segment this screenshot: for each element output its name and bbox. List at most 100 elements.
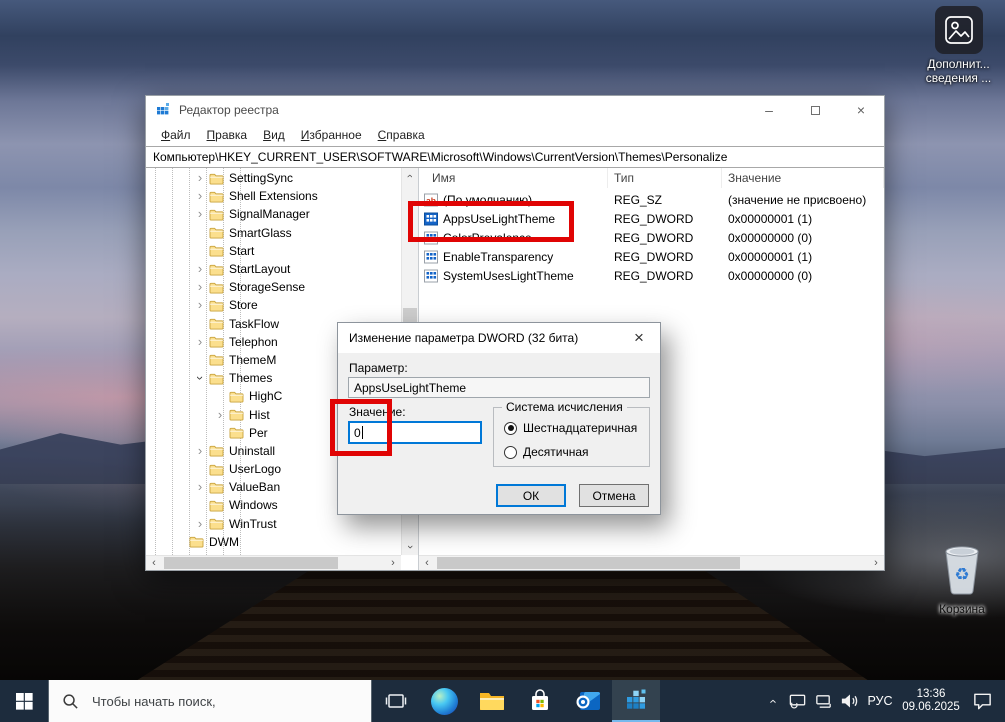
network-icon[interactable] xyxy=(810,680,836,722)
registry-value-row[interactable]: SystemUsesLightThemeREG_DWORD0x00000000 … xyxy=(419,266,884,285)
clock-date: 09.06.2025 xyxy=(902,701,960,715)
folder-icon xyxy=(229,390,244,403)
registry-value-row[interactable]: EnableTransparencyREG_DWORD0x00000001 (1… xyxy=(419,247,884,266)
tree-expander-chevron[interactable]: › xyxy=(194,481,206,493)
tree-item[interactable]: ›WinTrust xyxy=(146,515,401,533)
search-box[interactable]: Чтобы начать поиск, xyxy=(48,680,372,722)
tree-expander-chevron[interactable]: › xyxy=(194,281,206,293)
tree-expander-chevron[interactable]: › xyxy=(194,336,206,348)
tree-expander-chevron[interactable]: › xyxy=(194,190,206,202)
menu-item[interactable]: Правка xyxy=(199,128,256,142)
store-button[interactable] xyxy=(516,680,564,722)
minimize-button[interactable]: – xyxy=(746,96,792,124)
folder-icon xyxy=(189,535,204,548)
scroll-left-arrow[interactable]: ‹ xyxy=(419,557,435,569)
tree-item[interactable]: ›StartLayout xyxy=(146,260,401,278)
maximize-button[interactable] xyxy=(792,96,838,124)
scroll-left-arrow[interactable]: ‹ xyxy=(146,557,162,569)
radio-label: Десятичная xyxy=(523,445,589,459)
list-horizontal-scrollbar[interactable]: ‹ › xyxy=(419,555,884,570)
start-button[interactable] xyxy=(0,680,48,722)
tree-item-label: ValueBan xyxy=(229,480,280,494)
menu-item[interactable]: Избранное xyxy=(293,128,370,142)
file-explorer-button[interactable] xyxy=(468,680,516,722)
tree-expander-chevron[interactable]: › xyxy=(194,263,206,275)
folder-icon xyxy=(209,335,224,348)
cast-icon[interactable] xyxy=(784,680,810,722)
value-data: 0x00000001 (1) xyxy=(722,250,884,264)
folder-icon xyxy=(209,281,224,294)
windows-logo-icon xyxy=(16,693,33,710)
tree-expander-chevron[interactable]: › xyxy=(194,372,206,384)
hidden-icons-chevron[interactable]: › xyxy=(761,680,784,722)
radio-option[interactable]: Десятичная xyxy=(504,444,589,460)
outlook-button[interactable] xyxy=(564,680,612,722)
tree-item[interactable]: ›Start xyxy=(146,242,401,260)
scroll-track[interactable] xyxy=(435,556,868,570)
tree-expander-chevron[interactable]: › xyxy=(194,445,206,457)
window-titlebar: Редактор реестра – × xyxy=(146,96,884,124)
tree-expander-chevron[interactable]: › xyxy=(194,299,206,311)
column-header[interactable]: Тип xyxy=(608,168,722,188)
edge-button[interactable] xyxy=(420,680,468,722)
folder-icon xyxy=(209,263,224,276)
scroll-right-arrow[interactable]: › xyxy=(868,557,884,569)
radio-button-icon[interactable] xyxy=(504,446,517,459)
tree-expander-chevron[interactable]: › xyxy=(214,409,226,421)
language-indicator[interactable]: РУС xyxy=(862,680,898,722)
scroll-track[interactable] xyxy=(162,556,385,570)
folder-icon xyxy=(229,426,244,439)
tree-item[interactable]: ›SmartGlass xyxy=(146,224,401,242)
tree-expander-chevron[interactable]: › xyxy=(194,172,206,184)
task-view-icon xyxy=(384,689,408,713)
task-view-button[interactable] xyxy=(372,680,420,722)
menu-item[interactable]: Вид xyxy=(255,128,293,142)
action-center-icon[interactable] xyxy=(964,680,1000,722)
tree-horizontal-scrollbar[interactable]: ‹ › xyxy=(146,555,401,570)
tree-item-label: UserLogo xyxy=(229,462,281,476)
scroll-right-arrow[interactable]: › xyxy=(385,557,401,569)
radio-option[interactable]: Шестнадцатеричная xyxy=(504,420,637,436)
radio-button-icon[interactable] xyxy=(504,422,517,435)
folder-icon xyxy=(209,317,224,330)
scroll-up-arrow[interactable]: › xyxy=(402,168,418,184)
tree-item-label: Uninstall xyxy=(229,444,275,458)
scroll-thumb[interactable] xyxy=(437,557,740,569)
tree-item-label: SmartGlass xyxy=(229,226,292,240)
menu-item[interactable]: Справка xyxy=(370,128,433,142)
value-data: 0x00000000 (0) xyxy=(722,269,884,283)
tree-item[interactable]: › Shell Extensions xyxy=(146,187,401,205)
cancel-button[interactable]: Отмена xyxy=(579,484,649,507)
param-label: Параметр: xyxy=(349,361,408,375)
regedit-taskbar-button[interactable] xyxy=(612,680,660,722)
address-text: Компьютер\HKEY_CURRENT_USER\SOFTWARE\Mic… xyxy=(153,150,727,164)
param-name-text: AppsUseLightTheme xyxy=(354,381,466,395)
desktop-icon-recycle-bin[interactable]: ♻ Корзина xyxy=(922,544,1002,616)
scroll-thumb[interactable] xyxy=(164,557,338,569)
tree-item[interactable]: ›SettingSync xyxy=(146,169,401,187)
menu-item[interactable]: Файл xyxy=(153,128,199,142)
clock[interactable]: 13:36 09.06.2025 xyxy=(898,680,964,722)
tree-item[interactable]: ›SignalManager xyxy=(146,205,401,223)
desktop-icon-label: Корзина xyxy=(922,602,1002,616)
taskbar: Чтобы начать поиск, xyxy=(0,680,1005,722)
value-type: REG_SZ xyxy=(608,193,722,207)
dialog-close-button[interactable]: × xyxy=(618,323,660,353)
column-header[interactable]: Значение xyxy=(722,168,884,188)
address-bar[interactable]: Компьютер\HKEY_CURRENT_USER\SOFTWARE\Mic… xyxy=(146,146,884,168)
ok-button[interactable]: ОК xyxy=(496,484,566,507)
radio-label: Шестнадцатеричная xyxy=(523,421,637,435)
folder-icon xyxy=(209,481,224,494)
tree-item-label: Shell Extensions xyxy=(229,189,318,203)
tree-expander-chevron[interactable]: › xyxy=(194,208,206,220)
tree-item[interactable]: ›Store xyxy=(146,296,401,314)
desktop-icon-additional-info[interactable]: Дополнит... сведения ... xyxy=(912,6,1005,85)
tree-expander-chevron[interactable]: › xyxy=(194,518,206,530)
column-header[interactable]: Имя xyxy=(419,168,608,188)
tree-item[interactable]: ›DWM xyxy=(146,533,401,551)
close-button[interactable]: × xyxy=(838,96,884,124)
value-type: REG_DWORD xyxy=(608,212,722,226)
tree-item[interactable]: ›StorageSense xyxy=(146,278,401,296)
volume-icon[interactable] xyxy=(836,680,862,722)
scroll-down-arrow[interactable]: › xyxy=(402,539,418,555)
